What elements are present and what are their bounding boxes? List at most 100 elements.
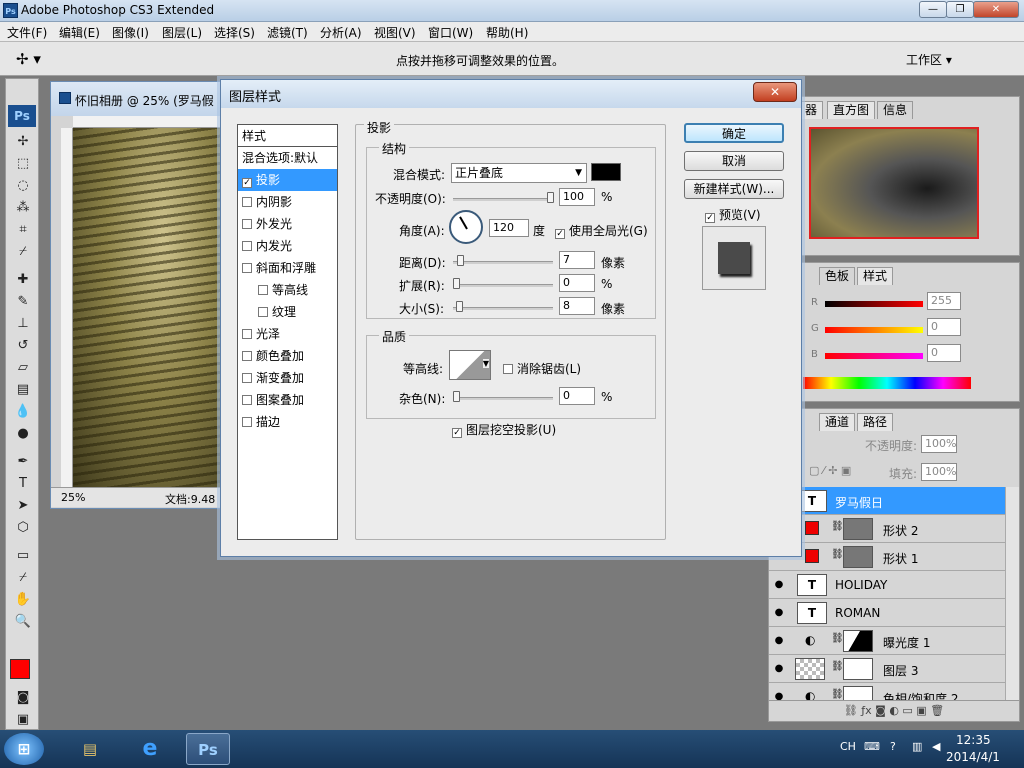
style-item[interactable]: 内发光: [238, 235, 337, 257]
style-item[interactable]: 斜面和浮雕: [238, 257, 337, 279]
style-checkbox[interactable]: ✓: [242, 178, 252, 188]
style-checkbox[interactable]: [258, 285, 268, 295]
distance-slider[interactable]: [453, 255, 553, 266]
internet-explorer-icon[interactable]: e: [128, 733, 172, 765]
slider-thumb[interactable]: [453, 278, 460, 289]
maximize-button[interactable]: ❐: [946, 1, 974, 18]
cancel-button[interactable]: 取消: [684, 151, 784, 171]
document-title-bar[interactable]: 怀旧相册 @ 25% (罗马假: [51, 82, 225, 116]
noise-slider[interactable]: [453, 391, 553, 402]
notes-tool-icon[interactable]: ▭: [13, 547, 33, 565]
quick-mask-icon[interactable]: ◙: [13, 689, 33, 707]
magic-wand-tool-icon[interactable]: ⁂: [13, 199, 33, 217]
clock-date[interactable]: 2014/4/1: [946, 750, 1000, 764]
style-checkbox[interactable]: [242, 329, 252, 339]
visibility-eye-icon[interactable]: ●: [773, 607, 785, 619]
network-icon[interactable]: ▥: [912, 740, 922, 753]
style-checkbox[interactable]: [242, 197, 252, 207]
menu-edit[interactable]: 编辑(E): [59, 24, 100, 41]
clone-stamp-tool-icon[interactable]: ⊥: [13, 315, 33, 333]
layer-row-shape-1[interactable]: ⛓ 形状 1: [769, 543, 1005, 571]
lasso-tool-icon[interactable]: ◌: [13, 177, 33, 195]
r-channel-slider[interactable]: [825, 301, 923, 307]
minimize-button[interactable]: —: [919, 1, 947, 18]
style-checkbox[interactable]: [242, 351, 252, 361]
navigator-preview[interactable]: [809, 127, 979, 239]
dodge-tool-icon[interactable]: ●: [13, 425, 33, 443]
color-ramp[interactable]: [803, 377, 971, 389]
spread-slider[interactable]: [453, 278, 553, 289]
shape-tool-icon[interactable]: ⬡: [13, 519, 33, 537]
tab-styles[interactable]: 样式: [857, 267, 894, 285]
dialog-close-button[interactable]: ✕: [753, 82, 797, 102]
window-close-button[interactable]: ✕: [973, 1, 1019, 18]
distance-input[interactable]: 7: [559, 251, 595, 269]
layer-row-shape-2[interactable]: ⛓ 形状 2: [769, 515, 1005, 543]
menu-file[interactable]: 文件(F): [7, 24, 47, 41]
style-checkbox[interactable]: [242, 373, 252, 383]
style-item[interactable]: ✓ 投影: [238, 169, 337, 191]
preview-checkbox[interactable]: ✓ 预览(V): [705, 206, 761, 223]
dialog-title-bar[interactable]: 图层样式 ✕: [221, 80, 801, 108]
zoom-level[interactable]: 25%: [61, 491, 85, 504]
menu-window[interactable]: 窗口(W): [428, 24, 473, 41]
menu-image[interactable]: 图像(I): [112, 24, 149, 41]
blend-mode-select[interactable]: 正片叠底 ▼: [451, 163, 587, 183]
document-size[interactable]: 文档:9.48: [165, 491, 215, 507]
style-checkbox[interactable]: [242, 241, 252, 251]
ok-button[interactable]: 确定: [684, 123, 784, 143]
move-tool-icon[interactable]: ✢: [13, 133, 33, 151]
g-channel-slider[interactable]: [825, 327, 923, 333]
canvas-image[interactable]: [73, 128, 223, 487]
menu-filter[interactable]: 滤镜(T): [267, 24, 308, 41]
size-input[interactable]: 8: [559, 297, 595, 315]
gradient-tool-icon[interactable]: ▤: [13, 381, 33, 399]
eraser-tool-icon[interactable]: ▱: [13, 359, 33, 377]
help-icon[interactable]: ?: [890, 740, 896, 753]
style-item[interactable]: 描边: [238, 411, 337, 433]
screen-mode-icon[interactable]: ▣: [13, 711, 33, 729]
visibility-eye-icon[interactable]: ●: [773, 579, 785, 591]
tab-navigator[interactable]: 器: [799, 101, 824, 119]
g-channel-value[interactable]: 0: [927, 318, 961, 336]
visibility-eye-icon[interactable]: ●: [773, 635, 785, 647]
menu-view[interactable]: 视图(V): [374, 24, 416, 41]
style-checkbox[interactable]: [242, 263, 252, 273]
style-item[interactable]: 等高线: [238, 279, 337, 301]
layer-row-holiday[interactable]: ● T HOLIDAY: [769, 571, 1005, 599]
style-checkbox[interactable]: [242, 395, 252, 405]
menu-analysis[interactable]: 分析(A): [320, 24, 362, 41]
noise-input[interactable]: 0: [559, 387, 595, 405]
menu-help[interactable]: 帮助(H): [486, 24, 528, 41]
volume-icon[interactable]: ◀: [932, 740, 940, 753]
eyedropper-sample-tool-icon[interactable]: ⌿: [13, 569, 33, 587]
vertical-ruler[interactable]: [61, 128, 73, 488]
size-slider[interactable]: [453, 301, 553, 312]
layer-fill-field[interactable]: 100%: [921, 463, 957, 481]
shadow-color-swatch[interactable]: [591, 163, 621, 181]
lock-icons[interactable]: ▢ ⁄ ✢ ▣: [809, 464, 851, 477]
layers-footer-icons[interactable]: ⛓ ƒx ◙ ◐ ▭ ▣ 🗑: [768, 700, 1020, 722]
tab-paths[interactable]: 路径: [857, 413, 894, 431]
move-tool-preset-icon[interactable]: ✢ ▾: [16, 50, 41, 68]
style-item[interactable]: 颜色叠加: [238, 345, 337, 367]
hand-tool-icon[interactable]: ✋: [13, 591, 33, 609]
start-button[interactable]: ⊞: [4, 733, 44, 765]
style-item[interactable]: 内阴影: [238, 191, 337, 213]
pen-tool-icon[interactable]: ✒: [13, 453, 33, 471]
style-item[interactable]: 混合选项:默认: [238, 147, 337, 169]
layer-row-exposure-1[interactable]: ● ◐ ⛓ 曝光度 1: [769, 627, 1005, 655]
menu-layer[interactable]: 图层(L): [162, 24, 202, 41]
eyedropper-tool-icon[interactable]: ⌿: [13, 243, 33, 261]
brush-tool-icon[interactable]: ✎: [13, 293, 33, 311]
tab-swatches[interactable]: 色板: [819, 267, 856, 285]
style-checkbox[interactable]: [258, 307, 268, 317]
slider-thumb[interactable]: [547, 192, 554, 203]
spread-input[interactable]: 0: [559, 274, 595, 292]
layer-row-roma-holiday[interactable]: T 罗马假日: [769, 487, 1005, 515]
blur-tool-icon[interactable]: 💧: [13, 403, 33, 421]
tab-channels[interactable]: 通道: [819, 413, 856, 431]
layer-row-layer-3[interactable]: ● ⛓ 图层 3: [769, 655, 1005, 683]
global-light-checkbox[interactable]: ✓ 使用全局光(G): [555, 222, 648, 239]
file-explorer-icon[interactable]: ▤: [68, 733, 112, 765]
